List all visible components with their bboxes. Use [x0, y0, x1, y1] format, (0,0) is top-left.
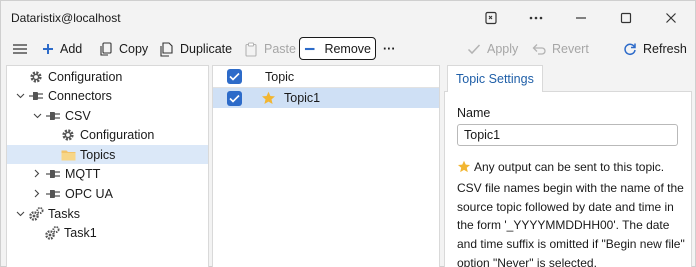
more-toolbar-button[interactable]: ···	[379, 37, 400, 61]
toolbar: Add Copy Duplicate Paste Remove ··· Appl…	[1, 37, 695, 63]
tree-item-topics[interactable]: Topics	[7, 145, 208, 164]
tree-item-csv[interactable]: CSV	[7, 106, 208, 125]
revert-label: Revert	[552, 42, 589, 56]
add-label: Add	[60, 42, 83, 56]
checkmark-icon	[229, 72, 240, 81]
star-icon	[457, 160, 471, 179]
tree-item-label: Configuration	[48, 69, 123, 84]
tab-topic-settings[interactable]: Topic Settings	[447, 65, 543, 92]
apply-label: Apply	[487, 42, 519, 56]
remove-label: Remove	[324, 41, 371, 56]
folder-icon	[60, 147, 76, 163]
tree-item-label: Tasks	[48, 206, 80, 221]
star-icon	[261, 91, 276, 105]
chevron-down-icon[interactable]	[31, 113, 43, 119]
tree-item-label: OPC UA	[65, 186, 113, 201]
refresh-label: Refresh	[643, 42, 687, 56]
tree-item-label: Topics	[80, 147, 116, 162]
topic-row[interactable]: Topic1	[213, 88, 439, 108]
hamburger-menu-icon	[13, 44, 27, 54]
close-button[interactable]	[648, 1, 694, 35]
topic-settings-panel: Topic Settings Name Any output can be se…	[444, 65, 692, 267]
tree-item-label: MQTT	[65, 166, 101, 181]
navigation-tree: Configuration Connectors CSV Configurati…	[6, 65, 209, 267]
chevron-right-icon[interactable]	[31, 189, 43, 198]
topic-label: Topic1	[284, 91, 321, 105]
name-label: Name	[457, 106, 491, 120]
settings-content: Name Any output can be sent to this topi…	[444, 91, 692, 267]
checkmark-icon	[229, 94, 240, 103]
copy-label: Copy	[119, 42, 149, 56]
tree-item-label: CSV	[65, 108, 91, 123]
gears-icon	[44, 225, 60, 241]
apply-button[interactable]: Apply	[463, 37, 522, 61]
copy-icon	[100, 41, 112, 56]
minimize-button[interactable]	[558, 1, 604, 35]
checkmark-icon	[467, 44, 481, 55]
topic-checkbox[interactable]	[227, 90, 242, 106]
paste-button[interactable]: Paste	[240, 37, 300, 61]
topic-column-header[interactable]: Topic	[265, 70, 294, 84]
more-label: ···	[383, 42, 396, 56]
chevron-right-icon[interactable]	[31, 169, 43, 178]
tree-item-tasks[interactable]: Tasks	[7, 204, 208, 223]
minimize-icon	[576, 17, 586, 19]
maximize-button[interactable]	[603, 1, 649, 35]
settings-description: Any output can be sent to this topic. CS…	[457, 158, 689, 267]
duplicate-icon	[160, 41, 173, 57]
paste-label: Paste	[264, 42, 296, 56]
duplicate-label: Duplicate	[180, 42, 233, 56]
title-bar: Dataristix@localhost	[1, 1, 695, 35]
remove-button[interactable]: Remove	[299, 37, 376, 60]
tree-item-connectors[interactable]: Connectors	[7, 86, 208, 105]
topics-list: Topic Topic1	[212, 65, 440, 267]
chevron-down-icon[interactable]	[14, 93, 26, 99]
snap-layout-button[interactable]	[468, 1, 514, 35]
tree-item-label: Connectors	[48, 88, 112, 103]
refresh-icon	[624, 43, 636, 56]
tree-item-mqtt[interactable]: MQTT	[7, 164, 208, 183]
application-window: Dataristix@localhost Add Copy Duplicate …	[0, 0, 696, 267]
select-all-checkbox[interactable]	[227, 69, 242, 84]
snap-layout-icon	[485, 11, 497, 25]
description-text: Any output can be sent to this topic. CS…	[457, 160, 685, 267]
minus-icon	[304, 47, 315, 50]
connector-icon	[45, 186, 61, 202]
connector-icon	[45, 166, 61, 182]
connector-icon	[28, 88, 44, 104]
close-icon	[666, 13, 676, 23]
menu-button[interactable]	[8, 37, 32, 61]
gear-icon	[28, 69, 44, 85]
gears-icon	[28, 206, 44, 222]
tree-item-opc-ua[interactable]: OPC UA	[7, 184, 208, 203]
tree-item-label: Task1	[64, 225, 97, 240]
maximize-icon	[620, 12, 632, 24]
tree-item-task1[interactable]: Task1	[7, 223, 208, 242]
more-options-icon	[529, 16, 543, 20]
revert-button[interactable]: Revert	[528, 37, 593, 61]
plus-icon	[43, 44, 53, 54]
duplicate-button[interactable]: Duplicate	[156, 37, 236, 61]
window-title: Dataristix@localhost	[11, 11, 121, 25]
topics-header: Topic	[213, 66, 439, 88]
paste-icon	[245, 42, 257, 57]
tree-item-configuration[interactable]: Configuration	[7, 67, 208, 86]
add-button[interactable]: Add	[38, 37, 86, 61]
name-field[interactable]	[457, 124, 678, 146]
undo-arrow-icon	[532, 44, 546, 55]
connector-icon	[45, 108, 61, 124]
more-options-button[interactable]	[513, 1, 559, 35]
tree-item-csv-configuration[interactable]: Configuration	[7, 125, 208, 144]
chevron-down-icon[interactable]	[14, 211, 26, 217]
tree-item-label: Configuration	[80, 127, 155, 142]
refresh-button[interactable]: Refresh	[619, 37, 691, 61]
gear-icon	[60, 127, 76, 143]
copy-button[interactable]: Copy	[95, 37, 152, 61]
